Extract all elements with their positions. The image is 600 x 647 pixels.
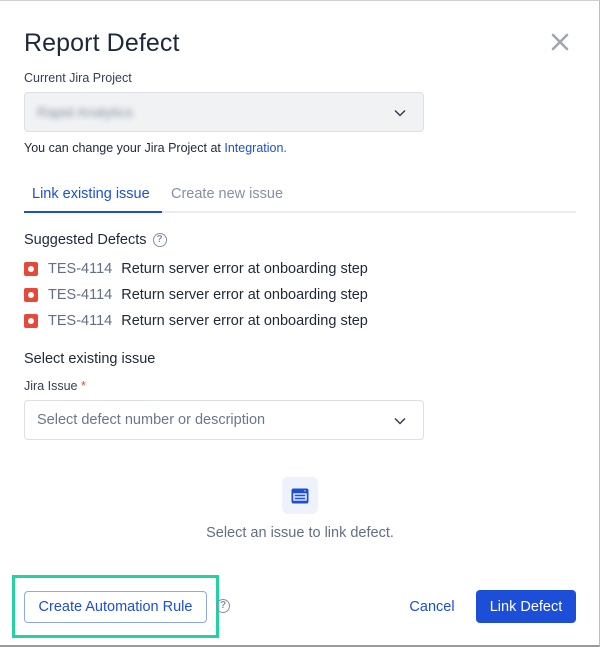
suggested-defects-heading: Suggested Defects ? <box>24 232 167 248</box>
cancel-button[interactable]: Cancel <box>400 591 464 623</box>
suggested-heading-text: Suggested Defects <box>24 232 147 248</box>
project-select[interactable]: Rapid Analytics <box>24 92 424 132</box>
jira-issue-placeholder: Select defect number or description <box>37 412 266 428</box>
integration-link[interactable]: Integration. <box>224 141 287 155</box>
helper-prefix: You can change your Jira Project at <box>24 141 225 155</box>
close-button[interactable] <box>548 30 572 54</box>
empty-state-text: Select an issue to link defect. <box>206 525 394 541</box>
help-icon[interactable]: ? <box>152 233 167 247</box>
help-icon[interactable]: ? <box>216 599 230 613</box>
dialog-title: Report Defect <box>24 29 180 57</box>
project-value: Rapid Analytics <box>37 104 133 120</box>
create-automation-rule-button[interactable]: Create Automation Rule <box>24 591 207 623</box>
defect-summary: Return server error at onboarding step <box>121 287 368 303</box>
defect-summary: Return server error at onboarding step <box>121 313 368 329</box>
suggested-defect-item[interactable]: TES-4114 Return server error at onboardi… <box>24 285 368 305</box>
issue-card-icon <box>291 488 309 503</box>
report-defect-dialog: Report Defect Current Jira Project Rapid… <box>0 0 600 647</box>
bug-icon <box>24 314 38 328</box>
suggested-defect-item[interactable]: TES-4114 Return server error at onboardi… <box>24 259 368 279</box>
tab-link-existing[interactable]: Link existing issue <box>32 186 150 202</box>
chevron-down-icon <box>394 109 406 117</box>
select-existing-heading: Select existing issue <box>24 351 156 367</box>
bug-icon <box>24 288 38 302</box>
tab-create-new[interactable]: Create new issue <box>171 186 283 202</box>
chevron-down-icon <box>394 417 406 425</box>
project-label: Current Jira Project <box>24 71 132 85</box>
defect-key: TES-4114 <box>48 313 113 329</box>
jira-issue-label: Jira Issue * <box>24 379 86 393</box>
defect-key: TES-4114 <box>48 287 113 303</box>
jira-issue-select[interactable]: Select defect number or description <box>24 400 424 440</box>
link-defect-button[interactable]: Link Defect <box>476 590 576 623</box>
active-tab-indicator <box>24 211 162 213</box>
close-icon <box>551 33 569 51</box>
jira-issue-label-text: Jira Issue <box>24 379 78 393</box>
bug-icon <box>24 262 38 276</box>
project-helper-text: You can change your Jira Project at Inte… <box>24 141 287 155</box>
tab-bar: Link existing issue Create new issue <box>24 181 576 213</box>
empty-state-icon-box <box>282 477 318 514</box>
required-marker: * <box>80 379 86 393</box>
suggested-defect-item[interactable]: TES-4114 Return server error at onboardi… <box>24 311 368 331</box>
defect-key: TES-4114 <box>48 261 113 277</box>
defect-summary: Return server error at onboarding step <box>121 261 368 277</box>
